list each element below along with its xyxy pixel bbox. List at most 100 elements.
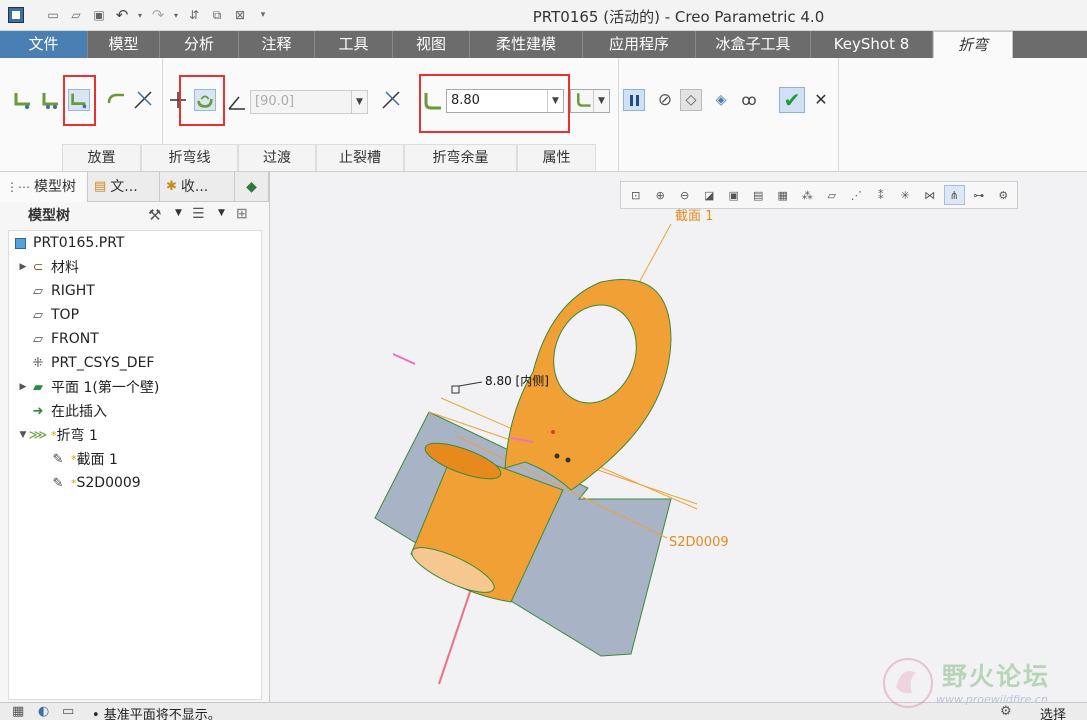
tree-settings-icon[interactable]: ⚒ <box>148 206 161 224</box>
tab-applications[interactable]: 应用程序 <box>583 31 696 58</box>
insert-arrow-icon: ➜ <box>32 403 44 419</box>
vertex-marker <box>554 453 560 459</box>
layers-icon: ◆ <box>246 179 257 195</box>
tree-node-bend[interactable]: ▼ ⋙ * 折弯 1 <box>17 424 98 446</box>
ok-checkmark-icon[interactable]: ✔ <box>779 87 805 113</box>
group-transition[interactable]: 过渡 <box>238 145 316 171</box>
tree-node-part[interactable]: PRT0165.PRT <box>11 232 125 254</box>
ribbon-panel: [90.0] ▼ 8.80 ▼ ▼ ⊘ ◇ ◈ ꝏ ✔ ✕ 放置 折弯线 过渡 … <box>0 58 1087 172</box>
tab-favorites[interactable]: ✱ 收... <box>160 172 235 202</box>
bend-angle-combo[interactable]: [90.0] ▼ <box>250 90 368 114</box>
chevron-down-icon[interactable]: ▼ <box>593 90 609 112</box>
folder-icon: ▤ <box>94 179 107 194</box>
tab-view[interactable]: 视图 <box>393 31 470 58</box>
bend-direction-icon[interactable] <box>106 89 128 111</box>
tree-node-label: RIGHT <box>51 283 95 299</box>
tree-node-sketch[interactable]: ✎ * S2D0009 <box>49 472 141 494</box>
tree-node-flat-wall[interactable]: ▶ ▰ 平面 1(第一个壁) <box>17 376 160 398</box>
tab-model[interactable]: 模型 <box>88 31 160 58</box>
tree-node-insert-here[interactable]: ➜ 在此插入 <box>29 400 107 422</box>
chevron-down-icon[interactable]: ▼ <box>218 208 225 218</box>
bend-angle-value: [90.0] <box>255 94 295 109</box>
tree-node-label: TOP <box>51 307 80 323</box>
highlight-box-radius <box>419 74 570 133</box>
highlight-box-placement <box>63 75 96 126</box>
tree-node-label: S2D0009 <box>76 475 141 491</box>
ribbon-separator <box>162 58 163 144</box>
part-icon <box>11 235 29 251</box>
tab-annotate[interactable]: 注释 <box>239 31 315 58</box>
group-bend-allowance[interactable]: 折弯余量 <box>404 145 517 171</box>
tab-keyshot[interactable]: KeyShot 8 <box>811 31 933 58</box>
tab-folder-browser[interactable]: ▤ 文... <box>88 172 160 202</box>
preview-mesh-icon[interactable]: ◇ <box>680 89 702 111</box>
bend-icon: ⋙ <box>28 427 48 443</box>
tab-model-tree[interactable]: ⋮⋯ 模型树 <box>0 172 88 202</box>
graphics-window[interactable]: ⊡ ⊕ ⊖ ◪ ▣ ▤ ▦ ⁂ ▱ ⋰ ⁑ ✳ ⋈ ⋔ ⊶ ⚙ 截面 1 8.8… <box>271 172 1087 702</box>
ribbon-separator <box>618 58 619 172</box>
verify-glasses-icon[interactable]: ꝏ <box>738 89 760 111</box>
status-nav-icon[interactable]: ◐ <box>38 704 49 719</box>
status-grid-icon[interactable]: ▦ <box>12 704 24 719</box>
title-bar: ▭ ▱ ▣ ↶ ▾ ↷ ▾ ⇵ ⧉ ⊠ ▾ PRT0165 (活动的) - Cr… <box>0 0 1087 31</box>
tab-file[interactable]: 文件 <box>0 31 88 58</box>
radius-side-combo[interactable]: ▼ <box>570 89 610 113</box>
tree-node-top[interactable]: ▱ TOP <box>29 304 79 326</box>
tab-bend[interactable]: 折弯 <box>933 31 1013 58</box>
group-relief[interactable]: 止裂槽 <box>316 145 404 171</box>
tab-favorites-label: 收... <box>180 179 209 195</box>
tree-filter-icon[interactable]: ⊞ <box>236 206 248 222</box>
model-canvas[interactable]: 截面 1 8.80 [内侧] S2D0009 <box>271 172 1087 702</box>
tab-analysis[interactable]: 分析 <box>160 31 239 58</box>
status-window-icon[interactable]: ▭ <box>62 704 74 719</box>
group-bend-line[interactable]: 折弯线 <box>141 145 238 171</box>
pause-icon[interactable] <box>623 89 645 111</box>
attached-preview-icon[interactable]: ◈ <box>710 89 732 111</box>
tree-tab-icon: ⋮⋯ <box>6 180 30 194</box>
tab-flexible-modeling[interactable]: 柔性建模 <box>470 31 583 58</box>
sketch-icon: ✎ <box>52 451 64 467</box>
ribbon-separator <box>838 58 839 172</box>
bend-placement-second-icon[interactable] <box>40 89 62 111</box>
tab-icebox-tools[interactable]: 冰盒子工具 <box>696 31 811 58</box>
tree-node-label: 在此插入 <box>51 404 107 420</box>
tree-node-front[interactable]: ▱ FRONT <box>29 328 99 350</box>
left-panel-tabs: ⋮⋯ 模型树 ▤ 文... ✱ 收... ◆ <box>0 172 269 202</box>
cancel-x-icon[interactable]: ✕ <box>810 89 832 111</box>
flip-direction-icon[interactable] <box>132 89 154 111</box>
collapse-arrow-icon[interactable]: ▼ <box>17 430 29 440</box>
flip-angle-icon[interactable] <box>380 89 402 111</box>
dimension-label: 8.80 [内侧] <box>485 374 549 388</box>
tree-node-label: PRT0165.PRT <box>33 235 125 251</box>
model-tree-panel: ⋮⋯ 模型树 ▤ 文... ✱ 收... ◆ 模型树 ⚒ ▼ ☰ ▼ ⊞ PRT… <box>0 172 270 702</box>
tab-layers[interactable]: ◆ <box>235 172 269 202</box>
no-preview-icon[interactable]: ⊘ <box>654 89 676 111</box>
chevron-down-icon[interactable]: ▼ <box>351 91 367 113</box>
tab-tools[interactable]: 工具 <box>315 31 393 58</box>
forum-watermark: 野火论坛 www.proewildfire.cn <box>878 655 1083 713</box>
status-message: • 基准平面将不显示。 <box>92 708 221 720</box>
watermark-logo <box>883 658 933 708</box>
show-list-icon[interactable]: ☰ <box>192 206 205 222</box>
chevron-down-icon[interactable]: ▼ <box>175 208 182 218</box>
wall-icon: ▰ <box>33 379 43 395</box>
tree-node-csys[interactable]: ⁜ PRT_CSYS_DEF <box>29 352 155 374</box>
expand-arrow-icon[interactable]: ▶ <box>17 382 29 392</box>
datum-plane-icon: ▱ <box>33 307 43 323</box>
tree-title: 模型树 <box>28 208 70 224</box>
favorites-icon: ✱ <box>166 179 177 194</box>
tree-header: 模型树 ⚒ ▼ ☰ ▼ ⊞ <box>0 202 269 228</box>
vertex-marker <box>565 457 571 463</box>
tree-node-material[interactable]: ▶ ⊂ 材料 <box>17 256 79 278</box>
group-placement[interactable]: 放置 <box>62 145 141 171</box>
angle-icon[interactable] <box>226 91 248 113</box>
tree-node-right[interactable]: ▱ RIGHT <box>29 280 95 302</box>
group-properties[interactable]: 属性 <box>517 145 596 171</box>
bend-placement-first-icon[interactable] <box>12 89 34 111</box>
tree-node-label: FRONT <box>51 331 99 347</box>
origin-marker <box>551 430 555 434</box>
sketch-icon: ✎ <box>52 475 64 491</box>
datum-plane-icon: ▱ <box>33 283 43 299</box>
expand-arrow-icon[interactable]: ▶ <box>17 262 29 272</box>
tree-node-section[interactable]: ✎ * 截面 1 <box>49 448 118 470</box>
